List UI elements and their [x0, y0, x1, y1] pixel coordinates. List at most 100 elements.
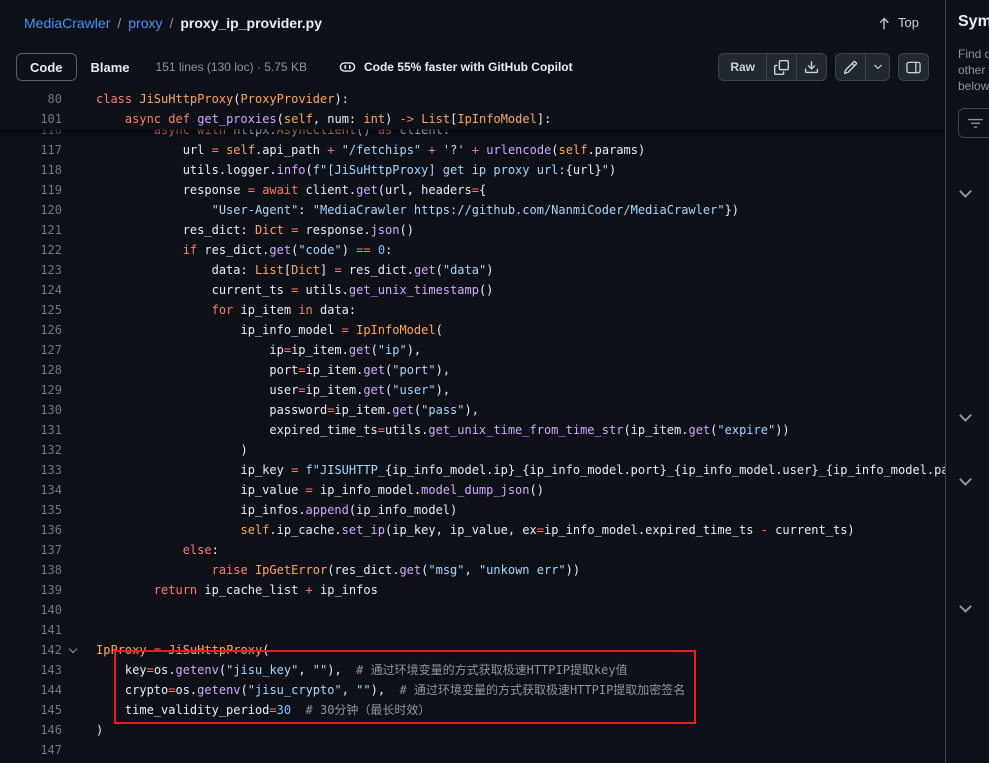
file-header: MediaCrawler / proxy / proxy_ip_provider… — [0, 0, 945, 45]
code-text — [62, 620, 96, 640]
edit-button[interactable] — [835, 53, 866, 81]
line-number[interactable]: 120 — [0, 200, 62, 220]
raw-button[interactable]: Raw — [718, 53, 767, 81]
code-text: ) — [62, 440, 248, 460]
code-text: async def get_proxies(self, num: int) ->… — [62, 109, 551, 129]
line-number[interactable]: 141 — [0, 620, 62, 640]
back-to-top-button[interactable]: Top — [871, 14, 925, 31]
code-line: 134 ip_value = ip_info_model.model_dump_… — [0, 480, 945, 500]
code-text: response = await client.get(url, headers… — [62, 180, 486, 200]
code-line: 135 ip_infos.append(ip_info_model) — [0, 500, 945, 520]
arrow-up-icon — [877, 16, 891, 30]
breadcrumb-separator: / — [169, 15, 173, 31]
code-line: 133 ip_key = f"JISUHTTP_{ip_info_model.i… — [0, 460, 945, 480]
line-number[interactable]: 118 — [0, 160, 62, 180]
breadcrumb-dir-link[interactable]: proxy — [128, 15, 162, 31]
panel-icon — [906, 60, 921, 75]
tab-blame[interactable]: Blame — [77, 53, 144, 81]
code-text: ip=ip_item.get("ip"), — [62, 340, 421, 360]
download-button[interactable] — [796, 53, 827, 81]
code-text: return ip_cache_list + ip_infos — [62, 580, 378, 600]
toolbar-actions: Raw — [718, 53, 929, 81]
line-number[interactable]: 124 — [0, 280, 62, 300]
line-number[interactable]: 139 — [0, 580, 62, 600]
line-number[interactable]: 140 — [0, 600, 62, 620]
symbols-panel-toggle-button[interactable] — [898, 53, 929, 81]
line-number[interactable]: 133 — [0, 460, 62, 480]
line-number[interactable]: 125 — [0, 300, 62, 320]
raw-button-group: Raw — [718, 53, 827, 81]
line-number[interactable]: 131 — [0, 420, 62, 440]
tab-code[interactable]: Code — [16, 53, 77, 81]
line-number[interactable]: 136 — [0, 520, 62, 540]
line-number[interactable]: 123 — [0, 260, 62, 280]
line-number[interactable]: 143 — [0, 660, 62, 680]
line-number[interactable]: 117 — [0, 140, 62, 160]
line-number[interactable]: 135 — [0, 500, 62, 520]
code-line: 140 — [0, 600, 945, 620]
line-number[interactable]: 138 — [0, 560, 62, 580]
symbols-description-line: other symbols in this file by clicking a… — [958, 62, 989, 78]
copy-icon — [774, 60, 789, 75]
edit-button-group — [835, 53, 890, 81]
line-number[interactable]: 119 — [0, 180, 62, 200]
line-number[interactable]: 129 — [0, 380, 62, 400]
chevron-down-icon[interactable] — [959, 473, 972, 486]
code-line: 147 — [0, 740, 945, 760]
line-number[interactable]: 80 — [0, 89, 62, 109]
code-text: "User-Agent": "MediaCrawler https://gith… — [62, 200, 739, 220]
download-icon — [804, 60, 819, 75]
line-number[interactable]: 147 — [0, 740, 62, 760]
filter-icon — [968, 116, 983, 131]
breadcrumb-file-name: proxy_ip_provider.py — [180, 15, 322, 31]
code-text: else: — [62, 540, 219, 560]
code-text: ip_key = f"JISUHTTP_{ip_info_model.ip}_{… — [62, 460, 945, 480]
code-text: self.ip_cache.set_ip(ip_key, ip_value, e… — [62, 520, 855, 540]
sticky-scope-lines: 80class JiSuHttpProxy(ProxyProvider):101… — [0, 89, 945, 129]
code-text: if res_dict.get("code") == 0: — [62, 240, 392, 260]
line-number[interactable]: 122 — [0, 240, 62, 260]
line-number[interactable]: 126 — [0, 320, 62, 340]
code-text: crypto=os.getenv("jisu_crypto", ""), # 通… — [62, 680, 685, 700]
code-text: ip_info_model = IpInfoModel( — [62, 320, 443, 340]
code-text: raise IpGetError(res_dict.get("msg", "un… — [62, 560, 580, 580]
copy-button[interactable] — [766, 53, 797, 81]
line-number[interactable]: 134 — [0, 480, 62, 500]
line-number[interactable]: 101 — [0, 109, 62, 129]
line-number[interactable]: 128 — [0, 360, 62, 380]
code-text: expired_time_ts=utils.get_unix_time_from… — [62, 420, 790, 440]
back-to-top-label: Top — [898, 15, 919, 30]
line-number[interactable]: 127 — [0, 340, 62, 360]
code-text: utils.logger.info(f"[JiSuHttpProxy] get … — [62, 160, 616, 180]
breadcrumb-repo-link[interactable]: MediaCrawler — [24, 15, 110, 31]
chevron-down-icon[interactable] — [959, 185, 972, 198]
symbols-description-line: below or in the code. — [958, 78, 989, 94]
breadcrumb-separator: / — [117, 15, 121, 31]
code-line: 141 — [0, 620, 945, 640]
line-number[interactable]: 144 — [0, 680, 62, 700]
code-line: 101 async def get_proxies(self, num: int… — [0, 109, 945, 129]
code-line: 136 self.ip_cache.set_ip(ip_key, ip_valu… — [0, 520, 945, 540]
code-line: 132 ) — [0, 440, 945, 460]
code-text: current_ts = utils.get_unix_timestamp() — [62, 280, 493, 300]
line-number[interactable]: 137 — [0, 540, 62, 560]
code-line: 145 time_validity_period=30 # 30分钟（最长时效） — [0, 700, 945, 720]
chevron-down-icon[interactable] — [959, 409, 972, 422]
code-text: port=ip_item.get("port"), — [62, 360, 450, 380]
line-number[interactable]: 145 — [0, 700, 62, 720]
code-text: class JiSuHttpProxy(ProxyProvider): — [62, 89, 349, 109]
line-number[interactable]: 132 — [0, 440, 62, 460]
line-number[interactable]: 142 — [0, 640, 62, 660]
code-text: IpProxy = JiSuHttpProxy( — [62, 640, 269, 660]
chevron-down-icon[interactable] — [959, 600, 972, 613]
file-main: MediaCrawler / proxy / proxy_ip_provider… — [0, 0, 945, 763]
line-number[interactable]: 130 — [0, 400, 62, 420]
symbols-filter-input[interactable] — [958, 108, 989, 138]
line-number[interactable]: 146 — [0, 720, 62, 740]
edit-dropdown-button[interactable] — [865, 53, 890, 81]
copilot-icon — [339, 59, 356, 75]
code-text: time_validity_period=30 # 30分钟（最长时效） — [62, 700, 430, 720]
line-number[interactable]: 121 — [0, 220, 62, 240]
code-text: ip_value = ip_info_model.model_dump_json… — [62, 480, 544, 500]
code-line: 138 raise IpGetError(res_dict.get("msg",… — [0, 560, 945, 580]
